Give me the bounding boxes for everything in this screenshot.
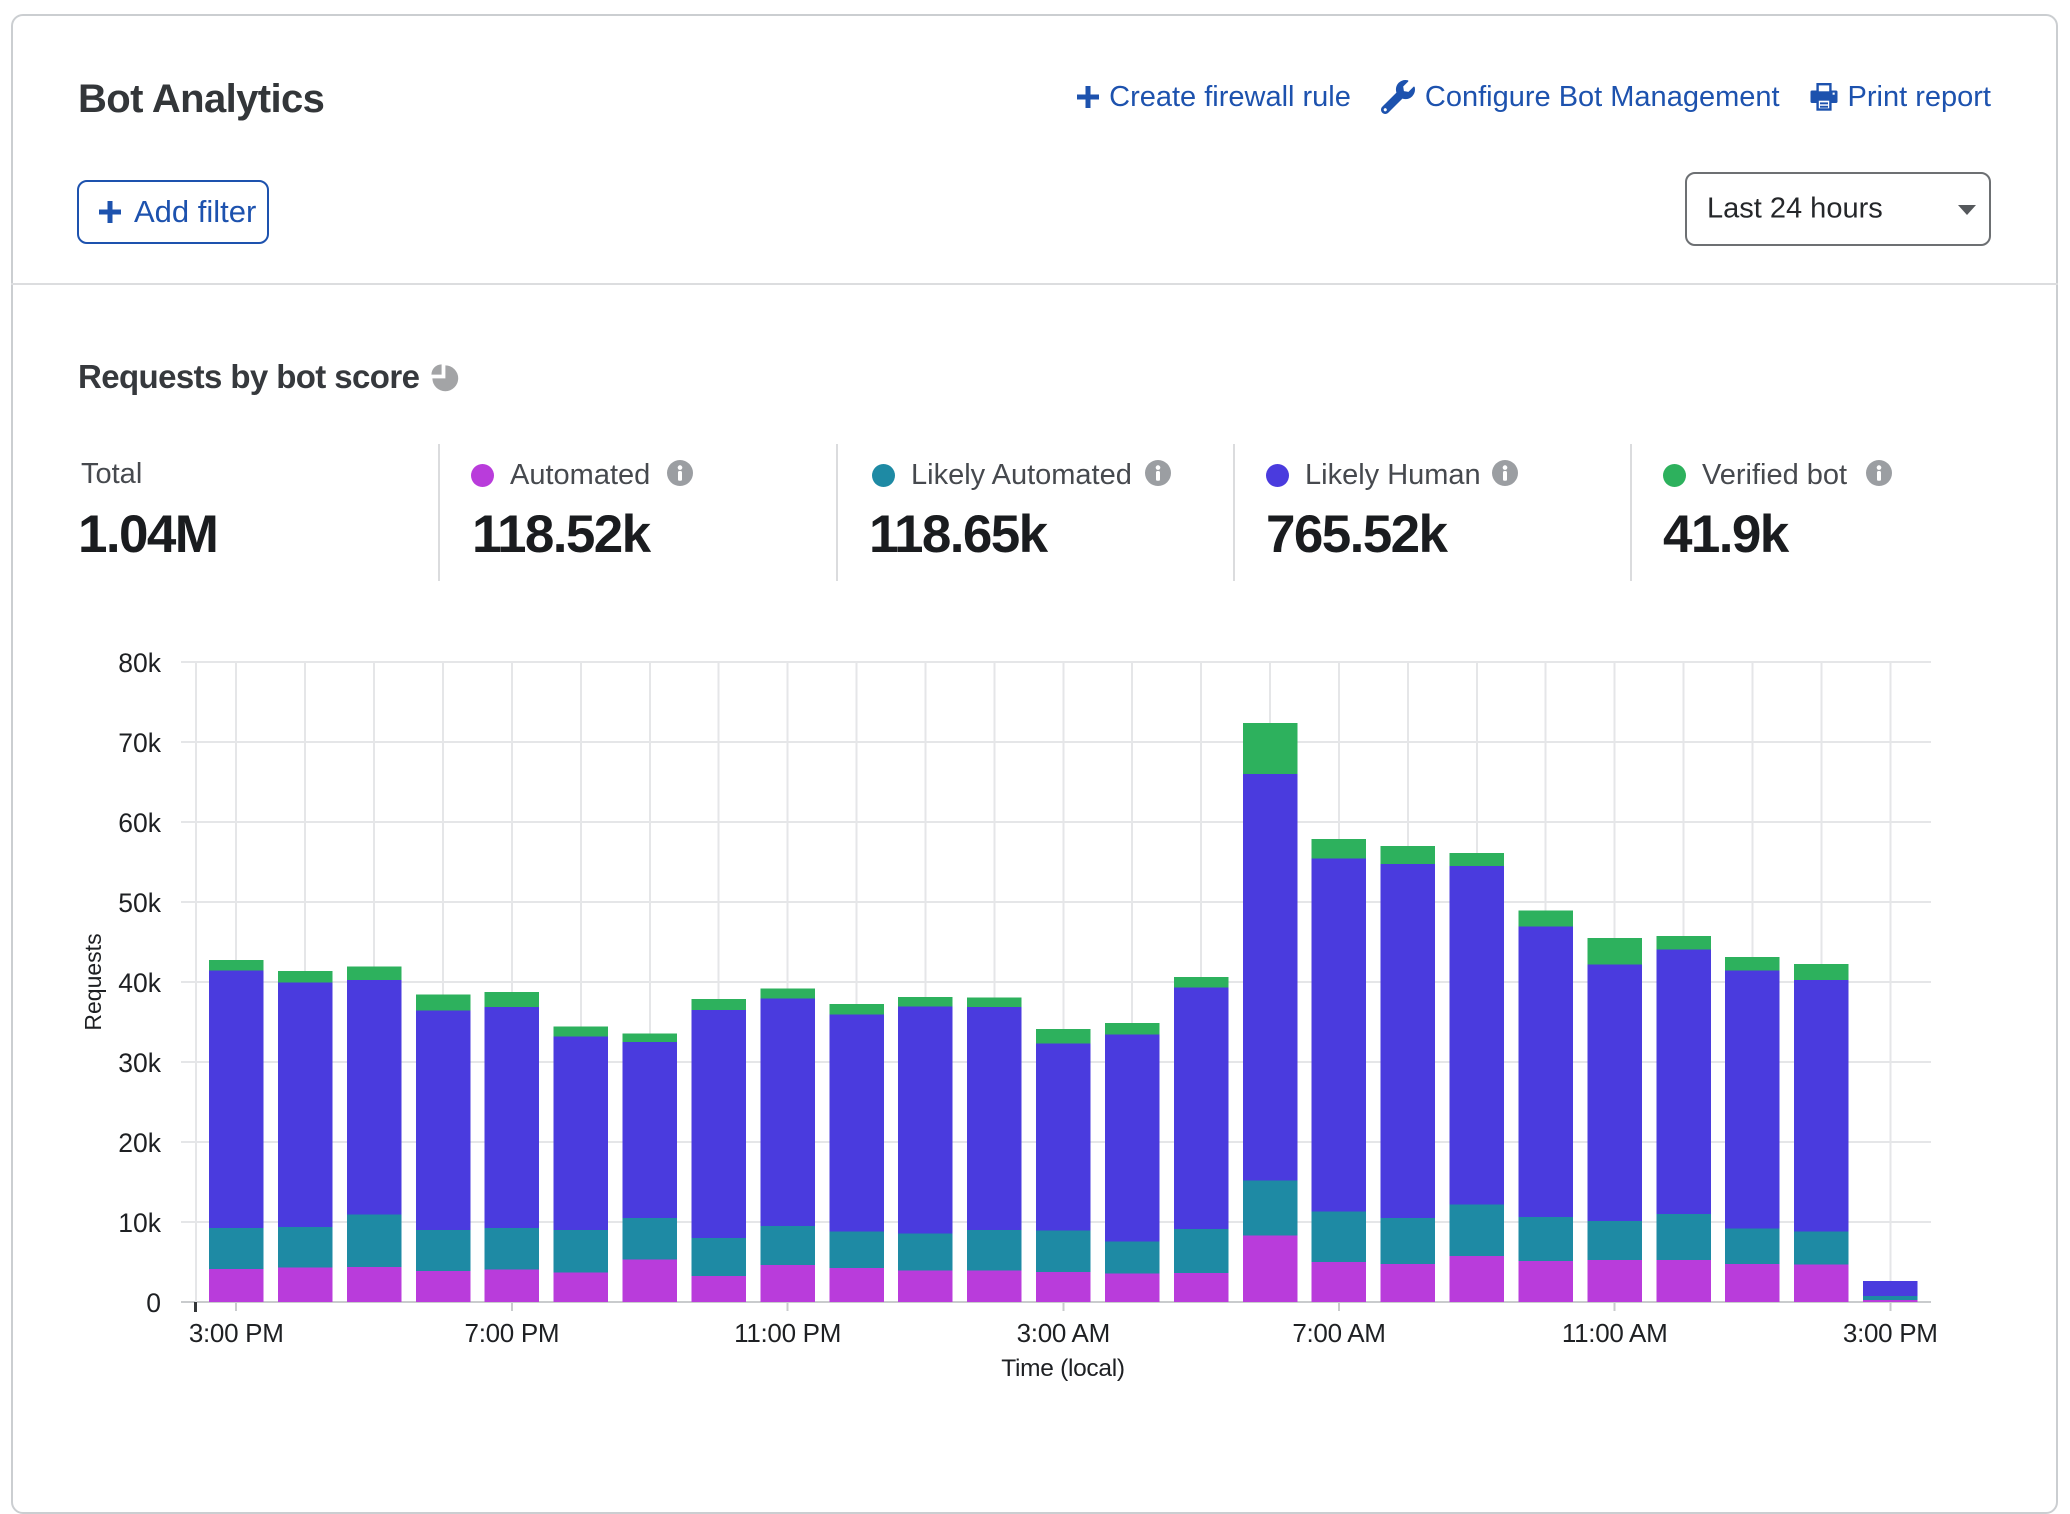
svg-text:3:00 PM: 3:00 PM — [189, 1318, 284, 1348]
svg-text:3:00 AM: 3:00 AM — [1017, 1318, 1110, 1348]
svg-text:11:00 PM: 11:00 PM — [734, 1318, 841, 1348]
svg-text:11:00 AM: 11:00 AM — [1562, 1318, 1668, 1348]
svg-text:50k: 50k — [118, 888, 161, 918]
svg-text:70k: 70k — [118, 728, 161, 758]
svg-text:7:00 PM: 7:00 PM — [465, 1318, 560, 1348]
svg-text:7:00 AM: 7:00 AM — [1292, 1318, 1385, 1348]
svg-text:0: 0 — [146, 1288, 161, 1318]
svg-text:10k: 10k — [118, 1208, 161, 1238]
svg-text:20k: 20k — [118, 1128, 161, 1158]
svg-text:Requests: Requests — [80, 933, 106, 1030]
svg-text:3:00 PM: 3:00 PM — [1843, 1318, 1938, 1348]
svg-text:30k: 30k — [118, 1048, 161, 1078]
svg-text:80k: 80k — [118, 648, 161, 678]
svg-text:Time (local): Time (local) — [1001, 1355, 1124, 1382]
svg-text:40k: 40k — [118, 968, 161, 998]
svg-text:60k: 60k — [118, 808, 161, 838]
